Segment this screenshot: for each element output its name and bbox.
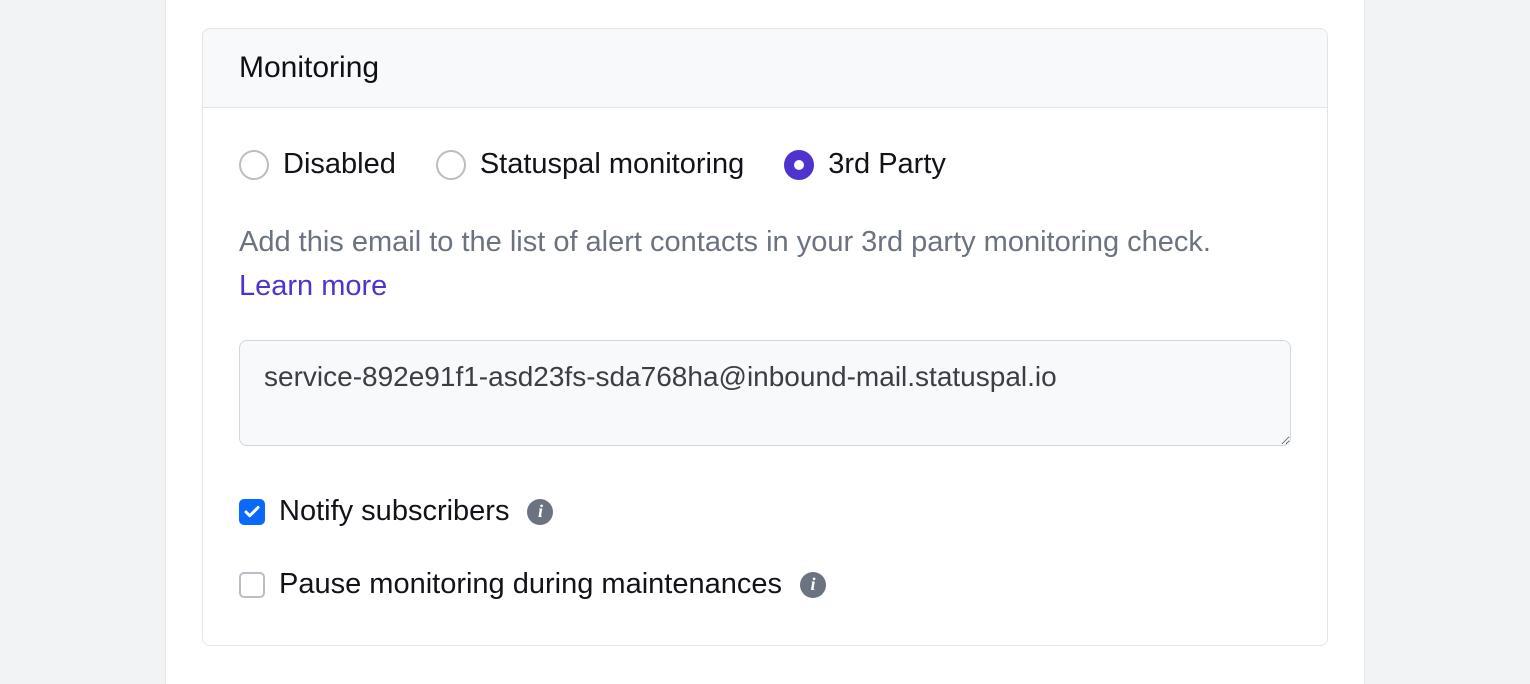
monitoring-mode-radio-group: Disabled Statuspal monitoring 3rd Party: [239, 148, 1291, 181]
help-text: Add this email to the list of alert cont…: [239, 221, 1291, 308]
radio-label: Statuspal monitoring: [480, 148, 744, 181]
panel-header: Monitoring: [203, 29, 1327, 108]
radio-icon: [239, 150, 269, 180]
settings-container: Monitoring Disabled Statuspal monitoring…: [165, 0, 1365, 684]
radio-disabled[interactable]: Disabled: [239, 148, 396, 181]
monitoring-panel: Monitoring Disabled Statuspal monitoring…: [202, 28, 1328, 646]
notify-subscribers-label: Notify subscribers: [279, 495, 509, 528]
radio-label: Disabled: [283, 148, 396, 181]
panel-title: Monitoring: [239, 51, 1291, 85]
info-icon[interactable]: i: [527, 499, 553, 525]
panel-body: Disabled Statuspal monitoring 3rd Party …: [203, 108, 1327, 645]
notify-subscribers-checkbox[interactable]: [239, 499, 265, 525]
notify-subscribers-row: Notify subscribers i: [239, 495, 1291, 528]
radio-third-party[interactable]: 3rd Party: [784, 148, 946, 181]
radio-statuspal-monitoring[interactable]: Statuspal monitoring: [436, 148, 744, 181]
radio-icon: [436, 150, 466, 180]
pause-monitoring-row: Pause monitoring during maintenances i: [239, 568, 1291, 601]
info-icon[interactable]: i: [800, 572, 826, 598]
radio-label: 3rd Party: [828, 148, 946, 181]
help-text-content: Add this email to the list of alert cont…: [239, 226, 1211, 258]
radio-inner-dot: [794, 160, 804, 170]
learn-more-link[interactable]: Learn more: [239, 270, 387, 302]
pause-monitoring-label: Pause monitoring during maintenances: [279, 568, 782, 601]
alert-email-input[interactable]: [239, 340, 1291, 446]
check-icon: [243, 503, 261, 521]
radio-icon-selected: [784, 150, 814, 180]
pause-monitoring-checkbox[interactable]: [239, 572, 265, 598]
